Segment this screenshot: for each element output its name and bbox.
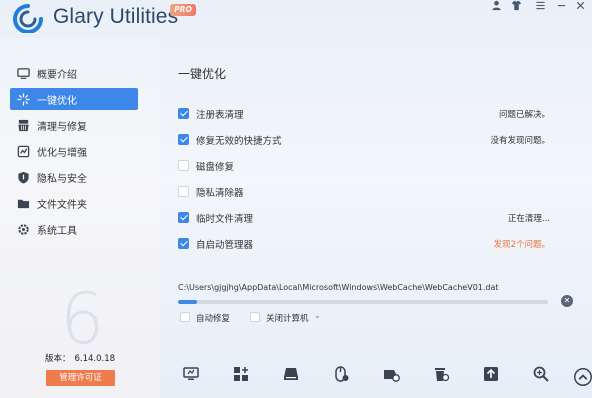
menu-icon[interactable] <box>532 0 548 14</box>
version-info: 版本： 6.14.0.18 <box>0 352 160 364</box>
sidebar-item-privacy[interactable]: 隐私与安全 <box>10 166 138 188</box>
shutdown-label: 关闭计算机 <box>266 314 309 324</box>
task-checkbox[interactable] <box>178 134 189 145</box>
shutdown-checkbox[interactable] <box>250 312 260 322</box>
toolbox-icon <box>16 222 30 236</box>
task-label: 修复无效的快捷方式 <box>196 136 282 147</box>
main-panel: 一键优化 注册表清理 问题已解决。 修复无效的快捷方式 没有发现问题。 磁盘修复… <box>160 38 592 398</box>
task-status: 正在清理... <box>507 214 550 224</box>
task-label: 磁盘修复 <box>196 162 235 173</box>
sidebar-item-files[interactable]: 文件文件夹 <box>10 192 138 214</box>
glary-logo-icon <box>11 3 45 34</box>
chevron-down-icon[interactable]: ⌄ <box>314 311 321 320</box>
shield-icon <box>16 170 30 184</box>
title-bar: Glary Utilities PRO <box>0 0 592 38</box>
task-status: 没有发现问题。 <box>490 136 550 146</box>
sidebar-item-one-click[interactable]: 一键优化 <box>10 88 138 110</box>
app-title: Glary Utilities <box>53 5 179 28</box>
task-row-registry: 注册表清理 问题已解决。 <box>178 106 550 122</box>
close-icon[interactable] <box>572 0 588 14</box>
version-label: 版本： <box>44 354 71 364</box>
task-row-privacy-cleaner: 隐私清除器 <box>178 184 550 200</box>
optimize-icon <box>16 144 30 158</box>
task-label: 临时文件清理 <box>196 214 254 225</box>
pro-badge: PRO <box>170 4 196 16</box>
auto-repair-label: 自动修复 <box>196 314 231 324</box>
broom-icon <box>16 118 30 132</box>
progress-bar <box>178 300 548 304</box>
folder-icon <box>16 196 30 210</box>
bottom-toolbar <box>182 365 592 386</box>
task-label: 隐私清除器 <box>196 188 244 199</box>
progress-fill <box>178 300 197 304</box>
task-status-link[interactable]: 发现2个问题。 <box>494 238 550 250</box>
shirt-icon[interactable] <box>508 0 524 14</box>
sidebar-item-system-tools[interactable]: 系统工具 <box>10 218 138 240</box>
user-icon[interactable] <box>488 0 504 14</box>
task-checkbox[interactable] <box>178 108 189 119</box>
auto-repair-checkbox[interactable] <box>180 312 190 322</box>
manage-license-button[interactable]: 管理许可证 <box>46 370 115 386</box>
upload-icon[interactable] <box>482 365 500 383</box>
screen-icon[interactable] <box>182 365 200 383</box>
task-row-temp-files: 临时文件清理 正在清理... <box>178 210 550 226</box>
search-icon[interactable] <box>532 365 550 383</box>
version-value: 6.14.0.18 <box>74 354 116 364</box>
drive-icon[interactable] <box>382 365 400 383</box>
sidebar-item-label: 清理与修复 <box>37 121 87 133</box>
current-file-path: C:\Users\gjgjhg\AppData\Local\Microsoft\… <box>178 283 499 292</box>
sidebar-item-label: 系统工具 <box>37 225 77 237</box>
apps-icon[interactable] <box>232 365 250 383</box>
up-arrow-icon[interactable] <box>574 368 592 386</box>
task-row-startup: 自启动管理器 发现2个问题。 <box>178 236 550 252</box>
mouse-icon[interactable] <box>332 365 350 383</box>
task-row-disk-repair: 磁盘修复 <box>178 158 550 174</box>
sparkle-icon <box>16 92 30 106</box>
sidebar-item-label: 一键优化 <box>37 95 77 107</box>
sidebar-item-label: 隐私与安全 <box>37 173 87 185</box>
trash-icon[interactable] <box>432 365 450 383</box>
sidebar-item-label: 文件文件夹 <box>37 199 87 211</box>
app-window: Glary Utilities PRO 6 概要介绍 一键优化 清理与修复 优化… <box>0 0 592 398</box>
sidebar-item-optimize[interactable]: 优化与增强 <box>10 140 138 162</box>
version-watermark: 6 <box>60 278 105 360</box>
cancel-icon[interactable]: ✕ <box>561 295 573 307</box>
monitor-icon <box>16 66 30 80</box>
task-label: 注册表清理 <box>196 110 244 121</box>
task-checkbox[interactable] <box>178 238 189 249</box>
task-checkbox[interactable] <box>178 212 189 223</box>
task-row-shortcuts: 修复无效的快捷方式 没有发现问题。 <box>178 132 550 148</box>
sidebar: 6 概要介绍 一键优化 清理与修复 优化与增强 隐私与安全 文件文件夹 系统工具… <box>0 38 160 398</box>
sidebar-item-label: 优化与增强 <box>37 147 87 159</box>
task-checkbox[interactable] <box>178 186 189 197</box>
task-checkbox[interactable] <box>178 160 189 171</box>
sidebar-item-label: 概要介绍 <box>37 69 77 81</box>
sidebar-item-clean-repair[interactable]: 清理与修复 <box>10 114 138 136</box>
task-status: 问题已解决。 <box>498 110 550 120</box>
task-label: 自启动管理器 <box>196 240 254 251</box>
disk-icon[interactable] <box>282 365 300 383</box>
minimize-icon[interactable] <box>553 0 569 14</box>
sidebar-item-overview[interactable]: 概要介绍 <box>10 62 138 84</box>
page-title: 一键优化 <box>178 67 227 81</box>
